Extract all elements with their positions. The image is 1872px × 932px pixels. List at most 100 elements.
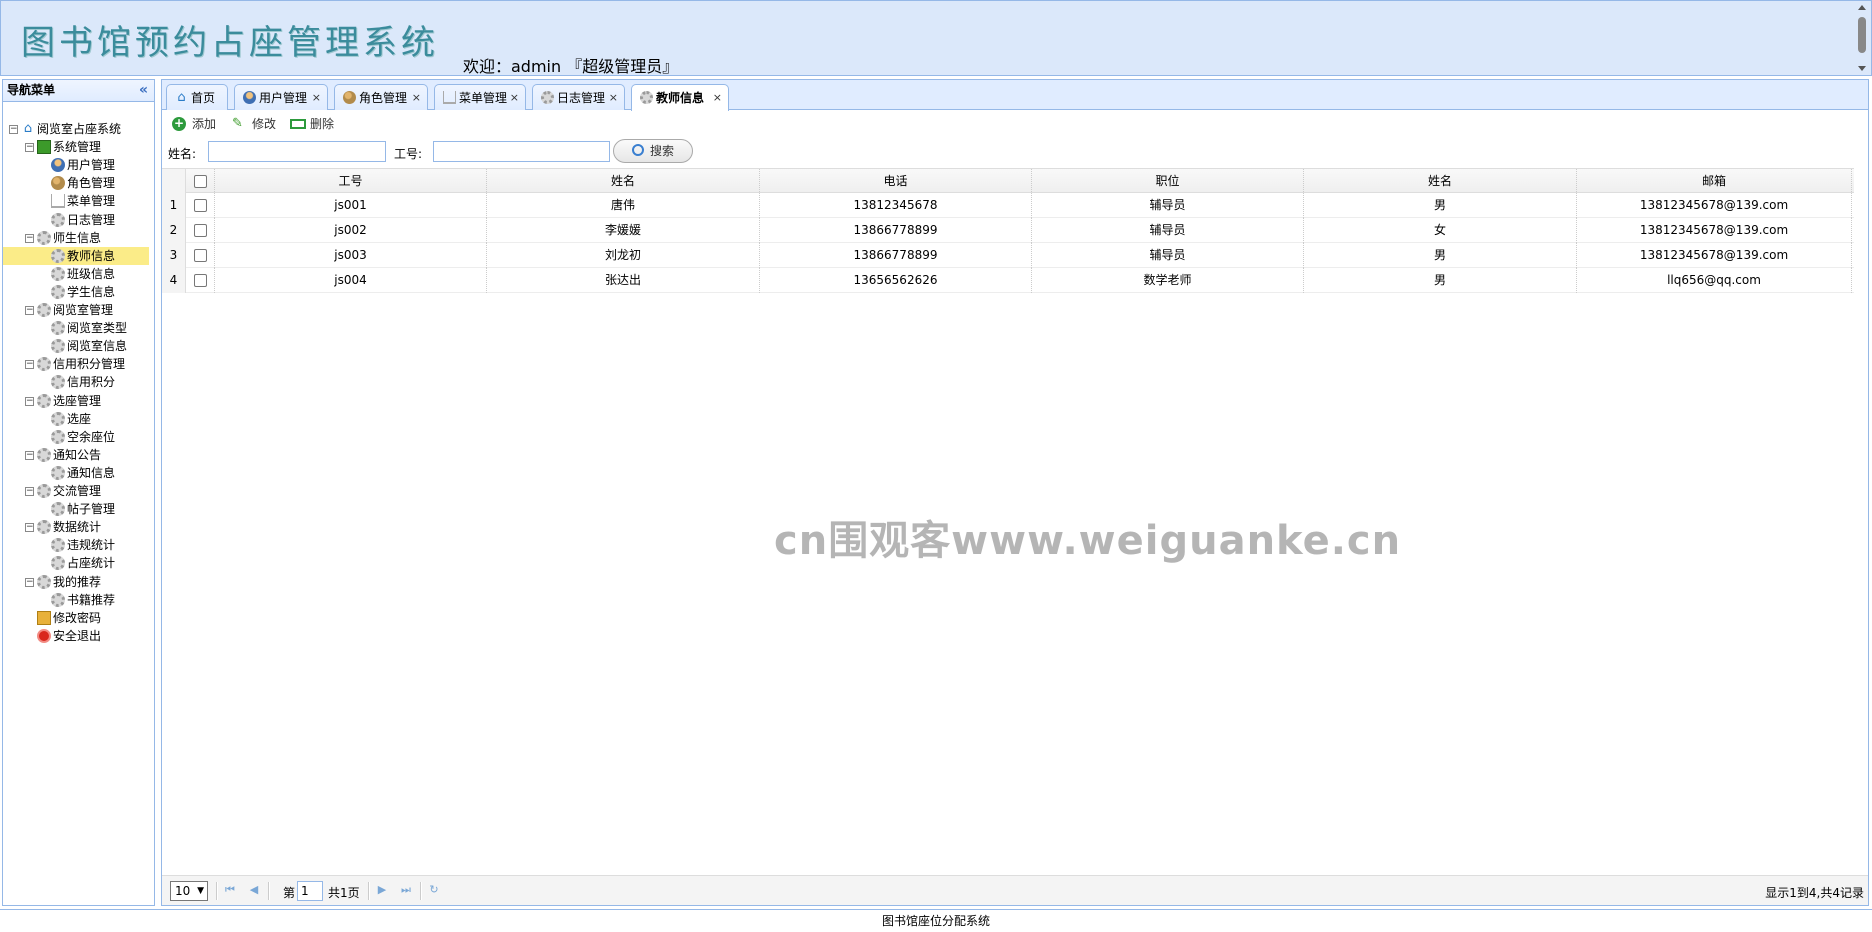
tree-item[interactable]: 菜单管理 — [3, 192, 149, 210]
add-button[interactable]: + 添加 — [172, 115, 216, 133]
tree-item[interactable]: − 信用积分管理 — [3, 355, 149, 373]
scroll-thumb[interactable] — [1858, 17, 1866, 53]
tree-item[interactable]: 阅览室类型 — [3, 319, 149, 337]
row-checkbox[interactable] — [193, 199, 207, 212]
tree-item[interactable]: 用户管理 — [3, 156, 149, 174]
column-header[interactable]: 工号 — [215, 169, 487, 194]
close-icon[interactable]: × — [510, 85, 519, 111]
tree-item[interactable]: − ⌂ 阅览室占座系统 — [3, 120, 149, 138]
tab-label: 日志管理 — [557, 91, 606, 105]
table-cell: 数学老师 — [1032, 268, 1304, 293]
table-row[interactable]: 2 js002 李媛媛 13866778899 辅导员女 13812345678@139.… — [162, 218, 1854, 243]
tree-item[interactable]: − 选座管理 — [3, 392, 149, 410]
tree-item[interactable]: 占座统计 — [3, 554, 149, 572]
tree-item[interactable]: 班级信息 — [3, 265, 149, 283]
tree-item-label: 信用积分 — [67, 375, 116, 390]
tree-item[interactable]: − 阅览室管理 — [3, 301, 149, 319]
table-cell: 男 — [1304, 193, 1577, 218]
tree-item-label: 修改密码 — [53, 610, 102, 625]
row-number: 3 — [162, 243, 186, 268]
tree-item[interactable]: 空余座位 — [3, 428, 149, 446]
tab-5[interactable]: 日志管理 × — [532, 84, 625, 110]
tree-item-label: 选座管理 — [53, 393, 102, 408]
name-search-input[interactable] — [208, 141, 386, 162]
tree-item[interactable]: − 师生信息 — [3, 229, 149, 247]
last-page-icon[interactable]: ⏭ — [400, 884, 412, 896]
scroll-down-arrow-icon[interactable] — [1858, 66, 1866, 71]
tab-6[interactable]: 教师信息 × — [631, 84, 729, 111]
select-all-checkbox[interactable] — [193, 175, 207, 188]
tree-item[interactable]: 选座 — [3, 410, 149, 428]
collapse-toggle-icon[interactable]: − — [25, 487, 34, 496]
tree-item[interactable]: − 交流管理 — [3, 482, 149, 500]
collapse-toggle-icon[interactable]: − — [25, 396, 34, 406]
collapse-toggle-icon[interactable]: − — [25, 233, 34, 243]
tree-item[interactable]: 教师信息 — [3, 246, 149, 265]
next-page-icon[interactable]: ▶ — [376, 884, 388, 896]
tree-item[interactable]: 信用积分 — [3, 373, 149, 391]
id-search-input[interactable] — [433, 141, 610, 162]
collapse-left-icon[interactable]: « — [139, 80, 148, 101]
page-size-value: 10 — [175, 884, 191, 898]
table-row[interactable]: 3 js003 刘龙初 13866778899 辅导员男 13812345678@139.… — [162, 243, 1854, 268]
column-header[interactable]: 电话 — [760, 169, 1032, 194]
column-header[interactable]: 姓名 — [1304, 169, 1577, 194]
close-icon[interactable]: × — [713, 85, 722, 111]
collapse-toggle-icon[interactable]: − — [9, 125, 18, 134]
refresh-icon[interactable]: ↻ — [428, 884, 440, 896]
close-icon[interactable]: × — [412, 85, 421, 111]
sidebar-title-text: 导航菜单 — [7, 83, 56, 97]
table-row[interactable]: 1 js001 唐伟 13812345678 辅导员男 13812345678@139.c… — [162, 193, 1854, 218]
page-size-select[interactable]: 10 ▼ — [170, 881, 208, 901]
tree-item[interactable]: 修改密码 — [3, 609, 149, 627]
tab-2[interactable]: 用户管理 × — [234, 84, 328, 110]
tree-item-label: 阅览室占座系统 — [37, 122, 122, 136]
tree-item[interactable]: − 我的推荐 — [3, 573, 149, 591]
tree-item[interactable]: 学生信息 — [3, 283, 149, 301]
tree-item[interactable]: 帖子管理 — [3, 500, 149, 518]
tree-item-label: 书籍推荐 — [67, 592, 116, 607]
tree-item[interactable]: 阅览室信息 — [3, 337, 149, 355]
tree-item-label: 阅览室信息 — [67, 339, 128, 354]
edit-button[interactable]: ✎ 修改 — [232, 115, 276, 133]
page-number-input[interactable]: 1 — [297, 881, 323, 901]
prev-page-icon[interactable]: ◀ — [248, 884, 260, 896]
tree-item[interactable]: 日志管理 — [3, 211, 149, 229]
scroll-up-arrow-icon[interactable] — [1858, 5, 1866, 10]
column-header[interactable]: 职位 — [1032, 169, 1304, 194]
table-row[interactable]: 4 js004 张达出 13656562626 数学老师男 llq656@qq.com — [162, 268, 1854, 293]
close-icon[interactable]: × — [609, 85, 618, 111]
search-button-label: 搜索 — [650, 144, 675, 158]
tree-item[interactable]: 书籍推荐 — [3, 591, 149, 609]
first-page-icon[interactable]: ⏮ — [224, 884, 236, 896]
column-header[interactable]: 姓名 — [487, 169, 760, 194]
tab-3[interactable]: 角色管理 × — [334, 84, 428, 110]
tree-item[interactable]: − 通知公告 — [3, 446, 149, 464]
collapse-toggle-icon[interactable]: − — [25, 360, 34, 370]
search-icon — [632, 144, 644, 156]
collapse-toggle-icon[interactable]: − — [25, 306, 34, 315]
tab-1[interactable]: ⌂ 首页 — [166, 84, 228, 110]
close-icon[interactable]: × — [312, 85, 321, 111]
tree-item[interactable]: 通知信息 — [3, 464, 149, 482]
collapse-toggle-icon[interactable]: − — [25, 143, 34, 153]
tree-item[interactable]: 违规统计 — [3, 536, 149, 554]
row-checkbox[interactable] — [193, 224, 207, 237]
tree-item[interactable]: 安全退出 — [3, 627, 149, 645]
delete-button[interactable]: 删除 — [290, 115, 334, 133]
collapse-toggle-icon[interactable]: − — [25, 450, 34, 460]
tree-item[interactable]: − 数据统计 — [3, 518, 149, 536]
collapse-toggle-icon[interactable]: − — [25, 577, 34, 587]
page-info: 显示1到4,共4记录 — [1765, 886, 1864, 900]
collapse-toggle-icon[interactable]: − — [25, 523, 34, 533]
gear-icon — [51, 375, 65, 390]
table-cell: 13812345678@139.com — [1577, 243, 1852, 268]
row-checkbox[interactable] — [193, 249, 207, 262]
tree-item[interactable]: 角色管理 — [3, 174, 149, 192]
tab-4[interactable]: 菜单管理 × — [434, 84, 526, 110]
search-button[interactable]: 搜索 — [613, 139, 693, 163]
header-scrollbar[interactable] — [1855, 3, 1869, 73]
tree-item[interactable]: − 系统管理 — [3, 138, 149, 156]
row-checkbox[interactable] — [193, 274, 207, 287]
column-header[interactable]: 邮箱 — [1577, 169, 1852, 194]
